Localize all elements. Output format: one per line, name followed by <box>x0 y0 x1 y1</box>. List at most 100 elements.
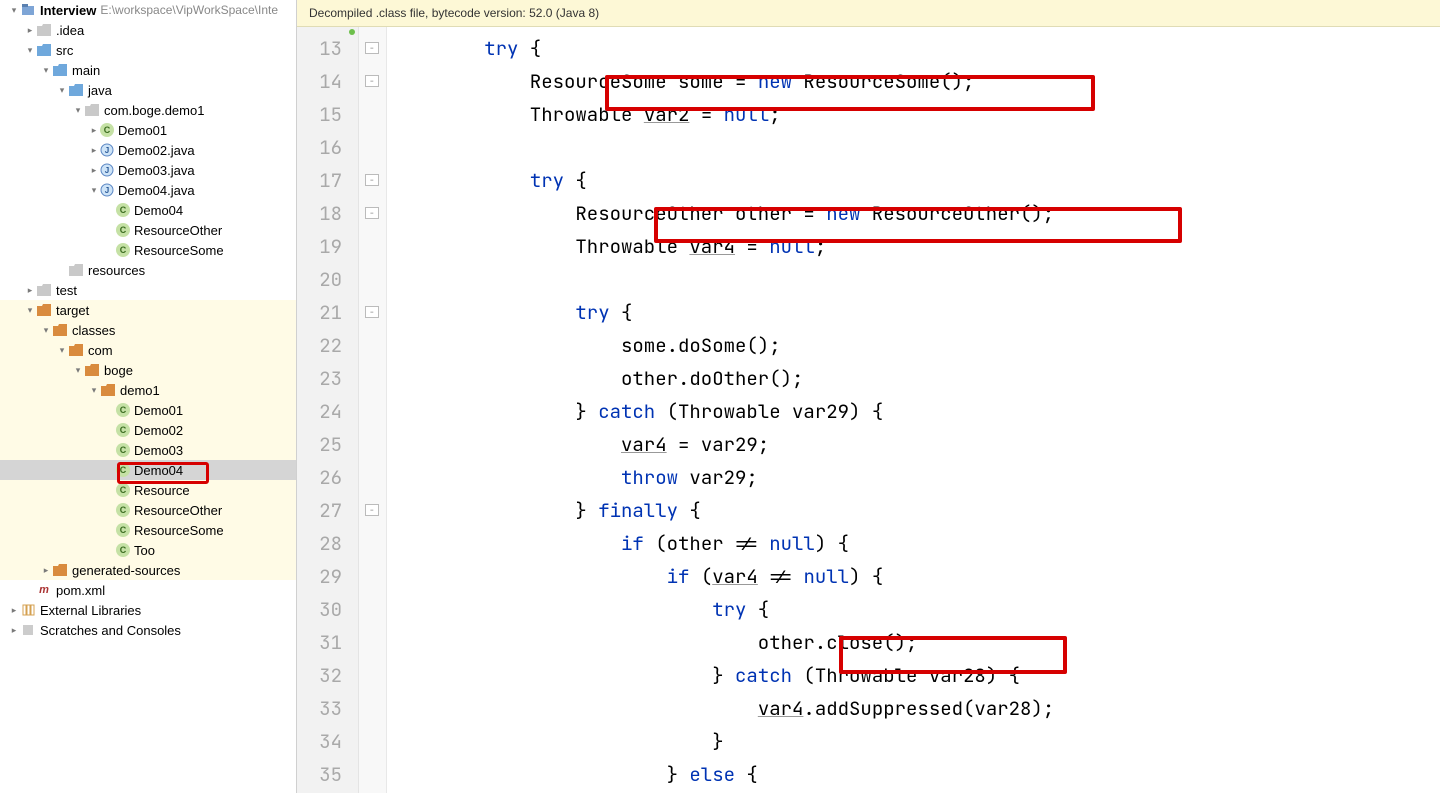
code-line[interactable]: try { <box>393 164 1440 197</box>
chevron-down-icon[interactable]: ▾ <box>8 5 20 16</box>
line-number[interactable]: 20 <box>297 263 348 296</box>
fold-toggle-icon[interactable]: − <box>365 42 379 54</box>
code-line[interactable]: } catch (Throwable var28) { <box>393 659 1440 692</box>
chevron-right-icon[interactable]: ▸ <box>24 285 36 296</box>
tree-item-resources[interactable]: •resources <box>0 260 296 280</box>
tree-item-com[interactable]: ▾com <box>0 340 296 360</box>
tree-item-interview[interactable]: ▾InterviewE:\workspace\VipWorkSpace\Inte <box>0 0 296 20</box>
tree-item-resourceother[interactable]: •CResourceOther <box>0 500 296 520</box>
line-number[interactable]: 27 <box>297 494 348 527</box>
chevron-right-icon[interactable]: ▸ <box>24 25 36 36</box>
tree-item-com-boge-demo1[interactable]: ▾com.boge.demo1 <box>0 100 296 120</box>
line-number[interactable]: 33 <box>297 692 348 725</box>
line-number[interactable]: 21 <box>297 296 348 329</box>
tree-item-main[interactable]: ▾main <box>0 60 296 80</box>
chevron-down-icon[interactable]: ▾ <box>24 45 36 56</box>
code-line[interactable]: var4 = var29; <box>393 428 1440 461</box>
chevron-down-icon[interactable]: ▾ <box>88 385 100 396</box>
chevron-right-icon[interactable]: ▸ <box>8 625 20 636</box>
line-number[interactable]: 13 <box>297 32 348 65</box>
tree-item-src[interactable]: ▾src <box>0 40 296 60</box>
tree-item-boge[interactable]: ▾boge <box>0 360 296 380</box>
tree-item--idea[interactable]: ▸.idea <box>0 20 296 40</box>
line-number[interactable]: 18 <box>297 197 348 230</box>
code-line[interactable]: } catch (Throwable var29) { <box>393 395 1440 428</box>
line-number[interactable]: 26 <box>297 461 348 494</box>
tree-item-resourceother[interactable]: •CResourceOther <box>0 220 296 240</box>
tree-item-demo02-java[interactable]: ▸JDemo02.java <box>0 140 296 160</box>
line-number[interactable]: 35 <box>297 758 348 791</box>
tree-item-demo03[interactable]: •CDemo03 <box>0 440 296 460</box>
fold-toggle-icon[interactable]: − <box>365 174 379 186</box>
chevron-right-icon[interactable]: ▸ <box>88 145 100 156</box>
line-number[interactable]: 15 <box>297 98 348 131</box>
code-line[interactable] <box>393 263 1440 296</box>
chevron-down-icon[interactable]: ▾ <box>72 365 84 376</box>
chevron-right-icon[interactable]: ▸ <box>88 125 100 136</box>
line-number[interactable]: 22 <box>297 329 348 362</box>
tree-item-pom-xml[interactable]: •mpom.xml <box>0 580 296 600</box>
tree-item-target[interactable]: ▾target <box>0 300 296 320</box>
tree-item-demo01[interactable]: ▸CDemo01 <box>0 120 296 140</box>
code-line[interactable]: if (other != null) { <box>393 527 1440 560</box>
tree-item-generated-sources[interactable]: ▸generated-sources <box>0 560 296 580</box>
line-number[interactable]: 14 <box>297 65 348 98</box>
code-line[interactable]: } else { <box>393 758 1440 791</box>
code-line[interactable]: Throwable var4 = null; <box>393 230 1440 263</box>
line-number[interactable]: 23 <box>297 362 348 395</box>
tree-item-demo03-java[interactable]: ▸JDemo03.java <box>0 160 296 180</box>
code-line[interactable]: ResourceOther other = new ResourceOther(… <box>393 197 1440 230</box>
line-number[interactable]: 24 <box>297 395 348 428</box>
chevron-right-icon[interactable]: ▸ <box>8 605 20 616</box>
project-tree-panel[interactable]: ▾InterviewE:\workspace\VipWorkSpace\Inte… <box>0 0 297 793</box>
tree-item-external-libraries[interactable]: ▸External Libraries <box>0 600 296 620</box>
fold-toggle-icon[interactable]: − <box>365 306 379 318</box>
line-number[interactable]: 17 <box>297 164 348 197</box>
tree-item-resource[interactable]: •CResource <box>0 480 296 500</box>
line-number-gutter[interactable]: 1213141516171819202122232425262728293031… <box>297 27 359 793</box>
tree-item-resourcesome[interactable]: •CResourceSome <box>0 240 296 260</box>
tree-item-demo02[interactable]: •CDemo02 <box>0 420 296 440</box>
line-number[interactable]: 25 <box>297 428 348 461</box>
line-number[interactable]: 16 <box>297 131 348 164</box>
line-number[interactable]: 28 <box>297 527 348 560</box>
tree-item-too[interactable]: •CToo <box>0 540 296 560</box>
tree-item-demo04[interactable]: •CDemo04 <box>0 460 296 480</box>
code-line[interactable]: throw var29; <box>393 461 1440 494</box>
tree-item-demo04-java[interactable]: ▾JDemo04.java <box>0 180 296 200</box>
chevron-down-icon[interactable]: ▾ <box>56 345 68 356</box>
chevron-right-icon[interactable]: ▸ <box>40 565 52 576</box>
tree-item-scratches-and-consoles[interactable]: ▸Scratches and Consoles <box>0 620 296 640</box>
fold-column[interactable]: −−−−−− <box>359 27 387 793</box>
code-line[interactable]: try { <box>393 32 1440 65</box>
code-line[interactable]: Throwable var2 = null; <box>393 98 1440 131</box>
code-line[interactable]: try { <box>393 593 1440 626</box>
line-number[interactable]: 32 <box>297 659 348 692</box>
chevron-down-icon[interactable]: ▾ <box>72 105 84 116</box>
line-number[interactable]: 30 <box>297 593 348 626</box>
fold-toggle-icon[interactable]: − <box>365 207 379 219</box>
code-area[interactable]: 1213141516171819202122232425262728293031… <box>297 27 1440 793</box>
run-gutter-icon[interactable] <box>349 29 355 35</box>
chevron-right-icon[interactable]: ▸ <box>88 165 100 176</box>
chevron-down-icon[interactable]: ▾ <box>88 185 100 196</box>
code-line[interactable]: other.doOther(); <box>393 362 1440 395</box>
code-line[interactable]: ResourceSome some = new ResourceSome(); <box>393 65 1440 98</box>
line-number[interactable]: 19 <box>297 230 348 263</box>
chevron-down-icon[interactable]: ▾ <box>40 325 52 336</box>
line-number[interactable]: 31 <box>297 626 348 659</box>
code-line[interactable] <box>393 131 1440 164</box>
code-body[interactable]: public static void main(String[] args) {… <box>387 27 1440 793</box>
chevron-down-icon[interactable]: ▾ <box>56 85 68 96</box>
fold-toggle-icon[interactable]: − <box>365 75 379 87</box>
code-line[interactable]: some.doSome(); <box>393 329 1440 362</box>
tree-item-demo01[interactable]: •CDemo01 <box>0 400 296 420</box>
code-line[interactable]: var4.addSuppressed(var28); <box>393 692 1440 725</box>
tree-item-java[interactable]: ▾java <box>0 80 296 100</box>
line-number[interactable]: 34 <box>297 725 348 758</box>
code-line[interactable]: try { <box>393 296 1440 329</box>
chevron-down-icon[interactable]: ▾ <box>40 65 52 76</box>
tree-item-demo04[interactable]: •CDemo04 <box>0 200 296 220</box>
tree-item-resourcesome[interactable]: •CResourceSome <box>0 520 296 540</box>
code-line[interactable]: } finally { <box>393 494 1440 527</box>
